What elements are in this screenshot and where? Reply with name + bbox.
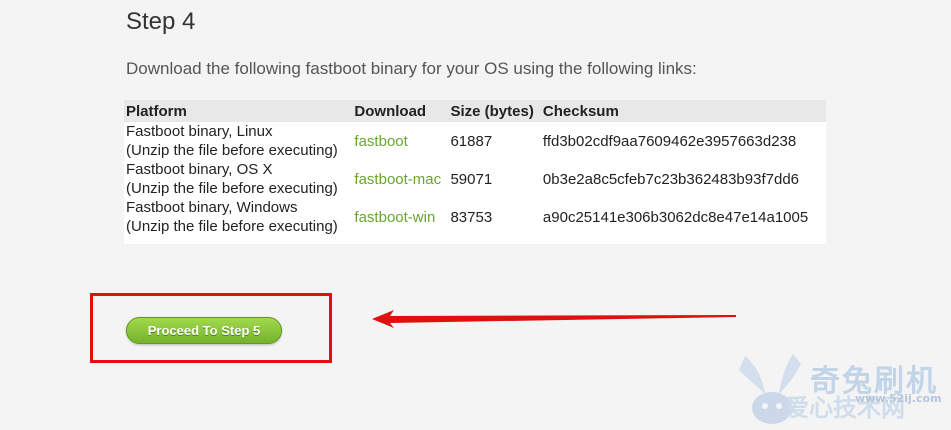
platform-cell: Fastboot binary, Windows (Unzip the file… (124, 198, 352, 244)
annotation-arrow (372, 310, 736, 328)
checksum-cell: 0b3e2a8c5cfeb7c23b362483b93f7dd6 (542, 170, 799, 188)
size-cell: 59071 (450, 170, 493, 188)
watermark-url: www.52ij.com (855, 392, 942, 405)
column-header-platform: Platform (124, 100, 353, 122)
platform-note: (Unzip the file before executing) (126, 142, 338, 159)
checksum-cell: ffd3b02cdf9aa7609462e3957663d238 (542, 132, 797, 150)
platform-name: Fastboot binary, Windows (126, 199, 298, 216)
instructions-text: Download the following fastboot binary f… (126, 59, 697, 78)
table-row: Fastboot binary, Linux (Unzip the file b… (124, 122, 826, 160)
table-row: Fastboot binary, OS X (Unzip the file be… (124, 160, 826, 198)
column-header-checksum: Checksum (540, 100, 826, 122)
download-cell: fastboot (352, 122, 448, 160)
platform-name: Fastboot binary, OS X (126, 161, 273, 178)
downloads-table: Platform Download Size (bytes) Checksum … (124, 100, 826, 244)
download-cell: fastboot-win (352, 198, 448, 244)
size-cell: 83753 (450, 208, 493, 226)
table-row: Fastboot binary, Windows (Unzip the file… (124, 198, 826, 244)
download-link-linux[interactable]: fastboot (354, 133, 407, 150)
download-link-mac[interactable]: fastboot-mac (354, 171, 441, 188)
platform-cell: Fastboot binary, Linux (Unzip the file b… (124, 122, 352, 160)
platform-cell: Fastboot binary, OS X (Unzip the file be… (124, 160, 352, 198)
watermark: 奇兔刷机 爱心技术网 www.52ij.com (735, 352, 951, 430)
size-cell: 61887 (450, 132, 493, 150)
platform-name: Fastboot binary, Linux (126, 123, 273, 140)
proceed-to-step5-button[interactable]: Proceed To Step 5 (126, 317, 282, 344)
column-header-download: Download (352, 100, 449, 122)
download-link-windows[interactable]: fastboot-win (354, 209, 435, 226)
checksum-cell: a90c25141e306b3062dc8e47e14a1005 (542, 208, 809, 226)
platform-note: (Unzip the file before executing) (126, 180, 338, 197)
platform-note: (Unzip the file before executing) (126, 218, 338, 235)
column-header-size: Size (bytes) (448, 100, 541, 122)
download-cell: fastboot-mac (352, 160, 448, 198)
page-title: Step 4 (126, 8, 196, 35)
table-header-row: Platform Download Size (bytes) Checksum (124, 100, 826, 122)
